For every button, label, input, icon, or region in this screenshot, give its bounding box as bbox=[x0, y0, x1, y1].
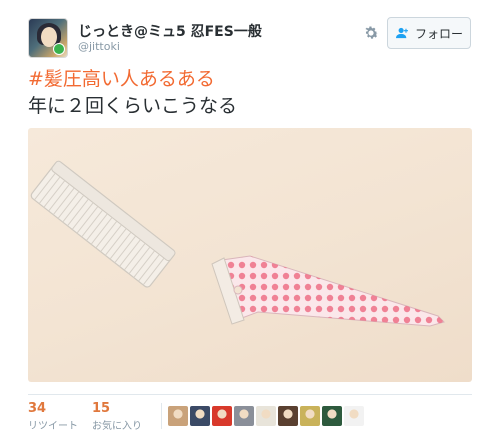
retweet-label: リツイート bbox=[28, 421, 78, 432]
gear-icon[interactable] bbox=[362, 24, 380, 42]
photo-illustration bbox=[30, 160, 445, 327]
liker-avatar-5[interactable] bbox=[256, 406, 276, 426]
like-stat[interactable]: 15 お気に入り bbox=[92, 401, 142, 432]
liker-avatar-7[interactable] bbox=[300, 406, 320, 426]
add-user-icon bbox=[395, 27, 408, 39]
liker-avatar-4[interactable] bbox=[234, 406, 254, 426]
tweet-body: 年に２回くらいこうなる bbox=[28, 95, 238, 117]
retweet-count: 34 bbox=[28, 401, 47, 416]
avatar-badge bbox=[53, 43, 65, 55]
stats-divider bbox=[161, 403, 162, 429]
liker-avatar-9[interactable] bbox=[344, 406, 364, 426]
display-name[interactable]: じっとき@ミュ5 忍FES一般 bbox=[78, 21, 262, 41]
follow-button[interactable]: フォロー bbox=[387, 17, 471, 49]
liker-avatar-1[interactable] bbox=[168, 406, 188, 426]
liker-avatar-6[interactable] bbox=[278, 406, 298, 426]
like-count: 15 bbox=[92, 401, 111, 416]
tweet-text: #髪圧高い人あるある 年に２回くらいこうなる bbox=[28, 66, 237, 120]
retweet-stat[interactable]: 34 リツイート bbox=[28, 401, 78, 432]
liker-avatar-3[interactable] bbox=[212, 406, 232, 426]
liker-avatar-8[interactable] bbox=[322, 406, 342, 426]
tweet-stats: 34 リツイート 15 お気に入り bbox=[28, 394, 472, 434]
hashtag-link[interactable]: #髪圧高い人あるある bbox=[28, 66, 237, 93]
user-avatar[interactable] bbox=[28, 18, 68, 58]
broken-comb-image bbox=[211, 255, 445, 327]
tweet-photo[interactable] bbox=[28, 128, 472, 382]
like-label: お気に入り bbox=[92, 421, 142, 432]
comb-image bbox=[30, 160, 176, 288]
liker-avatar-2[interactable] bbox=[190, 406, 210, 426]
liker-avatars bbox=[168, 406, 364, 426]
user-handle[interactable]: @jittoki bbox=[78, 40, 120, 53]
follow-label: フォロー bbox=[414, 26, 463, 41]
